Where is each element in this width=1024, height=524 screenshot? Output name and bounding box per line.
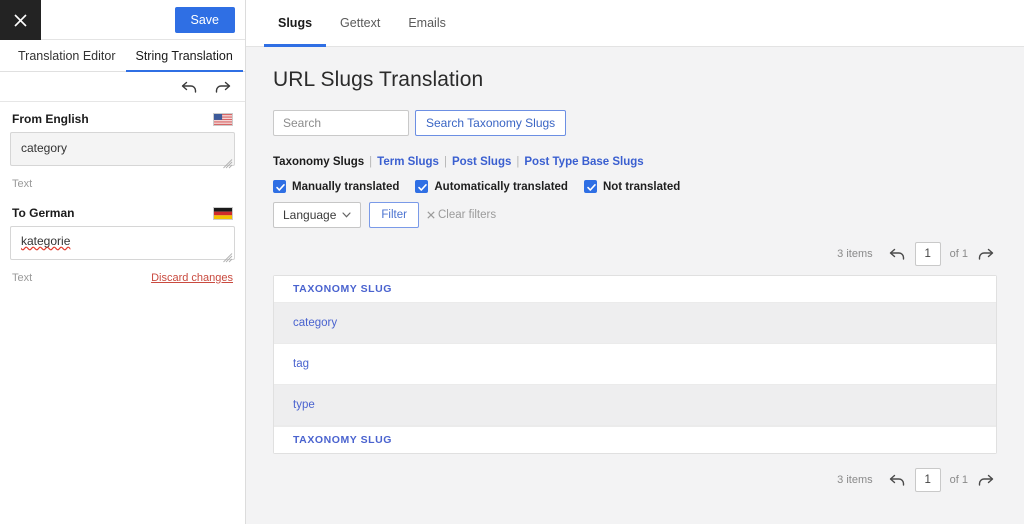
redo-arrow-icon[interactable]	[214, 80, 231, 94]
source-label-row: From English	[10, 112, 235, 126]
tab-translation-editor-label: Translation Editor	[18, 49, 116, 63]
checkbox-manually-translated-label: Manually translated	[292, 181, 399, 193]
target-type-label: Text	[12, 272, 32, 284]
checkbox-checked-icon	[584, 180, 597, 193]
subnav-link-post-type-base-slugs[interactable]: Post Type Base Slugs	[524, 156, 643, 168]
tab-string-translation-label: String Translation	[136, 49, 233, 63]
column-header-taxonomy-slug: TAXONOMY SLUG	[293, 283, 392, 295]
target-label-row: To German	[10, 206, 235, 220]
page-total-label: of 1	[950, 248, 968, 260]
translation-sidebar: Save Translation Editor String Translati…	[0, 0, 246, 524]
source-sub-row: Text	[10, 176, 235, 192]
main-tabs: Slugs Gettext Emails	[246, 0, 1024, 47]
tab-gettext[interactable]: Gettext	[326, 0, 394, 46]
subnav-separator: |	[516, 156, 519, 168]
prev-arrow-icon[interactable]	[889, 247, 906, 261]
discard-changes-link[interactable]: Discard changes	[151, 272, 233, 284]
table-row[interactable]: tag	[274, 344, 996, 385]
clear-filters-label: Clear filters	[438, 209, 496, 221]
subnav-link-post-slugs[interactable]: Post Slugs	[452, 156, 511, 168]
target-text-input[interactable]	[10, 226, 235, 260]
next-arrow-icon[interactable]	[977, 247, 994, 261]
target-field-group: To German kategorie Text Di	[10, 206, 235, 286]
tab-emails[interactable]: Emails	[394, 0, 460, 46]
tab-translation-editor[interactable]: Translation Editor	[8, 40, 126, 71]
subnav-item-taxonomy-slugs: Taxonomy Slugs	[273, 156, 364, 168]
undo-redo-toolbar	[0, 72, 245, 102]
close-x-icon	[427, 211, 435, 219]
source-type-label: Text	[12, 178, 32, 190]
pagination-bottom: 3 items of 1	[273, 468, 997, 492]
checkbox-manually-translated[interactable]: Manually translated	[273, 180, 399, 193]
items-count-label: 3 items	[837, 474, 872, 486]
checkbox-checked-icon	[415, 180, 428, 193]
checkbox-checked-icon	[273, 180, 286, 193]
sidebar-body: From English	[0, 102, 245, 524]
subnav-separator: |	[444, 156, 447, 168]
sidebar-tabs: Translation Editor String Translation	[0, 40, 245, 72]
search-row: Search Taxonomy Slugs	[273, 110, 997, 136]
checkbox-automatically-translated[interactable]: Automatically translated	[415, 180, 568, 193]
tab-slugs-label: Slugs	[278, 16, 312, 30]
target-sub-row: Text Discard changes	[10, 270, 235, 286]
page-title: URL Slugs Translation	[273, 68, 997, 92]
slug-link-category[interactable]: category	[293, 317, 337, 329]
tab-string-translation[interactable]: String Translation	[126, 40, 243, 71]
tab-slugs[interactable]: Slugs	[264, 0, 326, 46]
page-number-input[interactable]	[915, 468, 941, 492]
search-input[interactable]	[273, 110, 409, 136]
pagination-top: 3 items of 1	[273, 242, 997, 266]
filter-button[interactable]: Filter	[369, 202, 419, 228]
taxonomy-slugs-table: TAXONOMY SLUG category tag type TAXONOMY…	[273, 275, 997, 454]
source-language-label: From English	[12, 112, 89, 126]
table-row[interactable]: category	[274, 303, 996, 344]
target-language-label: To German	[12, 206, 74, 220]
checkbox-automatically-translated-label: Automatically translated	[434, 181, 568, 193]
tab-gettext-label: Gettext	[340, 16, 380, 30]
main-scroll-area: URL Slugs Translation Search Taxonomy Sl…	[246, 47, 1024, 524]
topbar-spacer	[41, 0, 175, 39]
us-flag-icon	[213, 113, 233, 126]
next-arrow-icon[interactable]	[977, 473, 994, 487]
clear-filters-link[interactable]: Clear filters	[427, 209, 496, 221]
source-text-input[interactable]	[10, 132, 235, 166]
undo-arrow-icon[interactable]	[181, 80, 198, 94]
language-select-label: Language	[283, 208, 336, 222]
tab-emails-label: Emails	[408, 16, 446, 30]
slug-link-tag[interactable]: tag	[293, 358, 309, 370]
column-footer-taxonomy-slug: TAXONOMY SLUG	[293, 434, 392, 446]
language-select[interactable]: Language	[273, 202, 361, 228]
table-header-row: TAXONOMY SLUG	[274, 276, 996, 303]
filter-controls-row: Language Filter Clear filters	[273, 202, 997, 228]
page-number-input[interactable]	[915, 242, 941, 266]
main-content: Slugs Gettext Emails URL Slugs Translati…	[246, 0, 1024, 524]
close-icon[interactable]	[0, 0, 41, 40]
chevron-down-icon	[342, 212, 351, 218]
source-field-group: From English	[10, 112, 235, 192]
subnav-separator: |	[369, 156, 372, 168]
sidebar-topbar: Save	[0, 0, 245, 40]
subnav: Taxonomy Slugs | Term Slugs | Post Slugs…	[273, 156, 997, 168]
app-root: Save Translation Editor String Translati…	[0, 0, 1024, 524]
target-textarea-wrap: kategorie	[10, 226, 235, 265]
search-taxonomy-slugs-button[interactable]: Search Taxonomy Slugs	[415, 110, 566, 136]
table-footer-row: TAXONOMY SLUG	[274, 426, 996, 453]
table-row[interactable]: type	[274, 385, 996, 426]
checkbox-not-translated[interactable]: Not translated	[584, 180, 680, 193]
de-flag-icon	[213, 207, 233, 220]
save-button[interactable]: Save	[175, 7, 236, 33]
checkbox-not-translated-label: Not translated	[603, 181, 680, 193]
subnav-link-term-slugs[interactable]: Term Slugs	[377, 156, 439, 168]
source-textarea-wrap	[10, 132, 235, 171]
items-count-label: 3 items	[837, 248, 872, 260]
slug-link-type[interactable]: type	[293, 399, 315, 411]
filter-checkboxes: Manually translated Automatically transl…	[273, 180, 997, 193]
page-total-label: of 1	[950, 474, 968, 486]
prev-arrow-icon[interactable]	[889, 473, 906, 487]
